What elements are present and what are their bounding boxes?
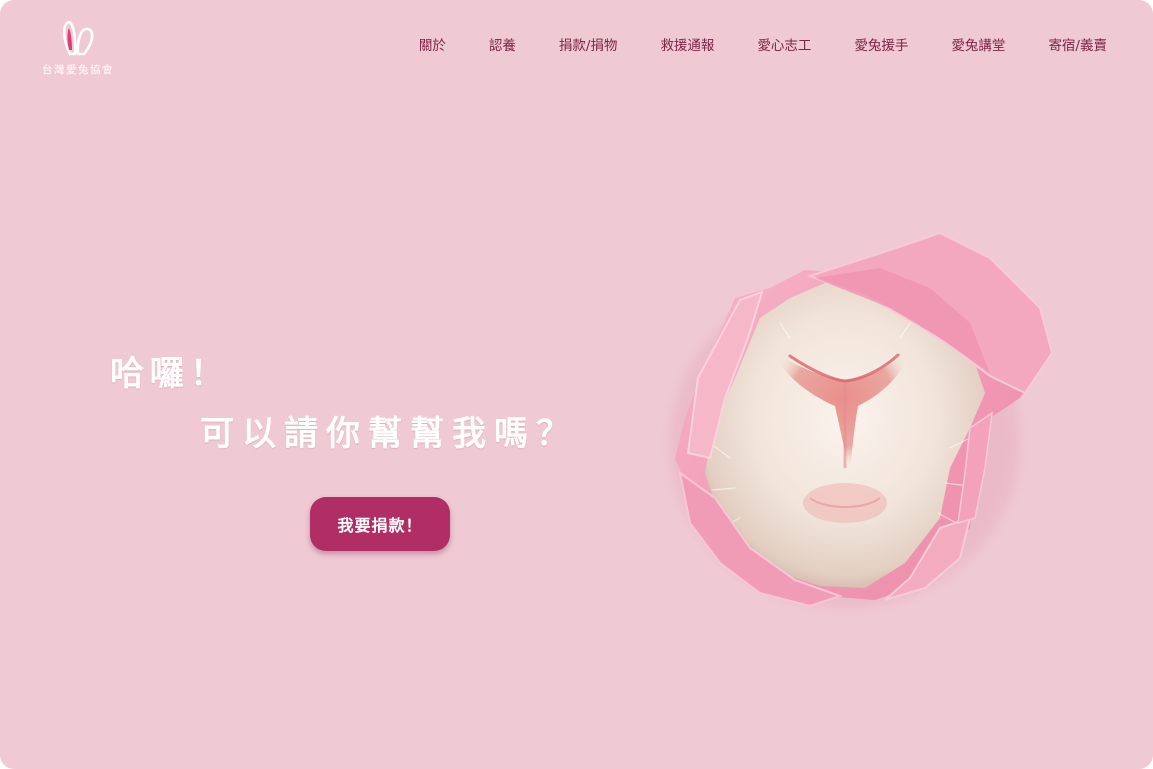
nav-item-boarding-charity-sale[interactable]: 寄宿/義賣 [1048,36,1107,56]
nav-item-lectures[interactable]: 愛兔講堂 [951,36,1005,56]
main-nav: 關於 認養 捐款/捐物 救援通報 愛心志工 愛兔援手 愛兔講堂 寄宿/義賣 [419,36,1107,56]
page: 台灣愛兔協會 關於 認養 捐款/捐物 救援通報 愛心志工 愛兔援手 愛兔講堂 寄… [0,0,1153,769]
hero-greeting: 哈囉！ [110,354,230,394]
bunny-nose-torn-paper-image [670,231,1054,608]
nav-item-helping-hand[interactable]: 愛兔援手 [854,36,908,56]
nav-item-rescue-report[interactable]: 救援通報 [660,36,714,56]
nav-item-about[interactable]: 關於 [419,36,446,56]
brand-name: 台灣愛兔協會 [42,64,114,76]
hero-question: 可以請你幫幫我嗎？ [200,414,578,454]
bunny-ears-icon [62,20,94,56]
nav-item-adopt[interactable]: 認養 [489,36,516,56]
nav-item-donate[interactable]: 捐款/捐物 [559,36,618,56]
donate-button[interactable]: 我要捐款！ [310,497,450,551]
nav-item-volunteer[interactable]: 愛心志工 [757,36,811,56]
brand-logo[interactable]: 台灣愛兔協會 [28,20,128,82]
